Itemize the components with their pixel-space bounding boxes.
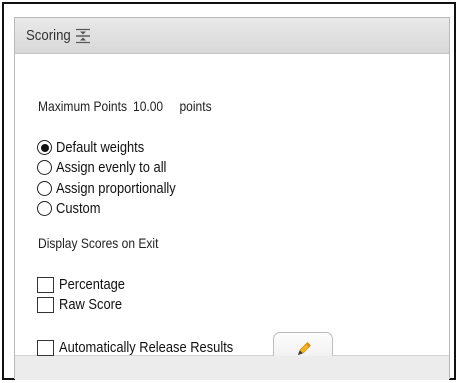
checkbox-raw-score[interactable]: Raw Score [37,295,132,314]
checkbox-label: Raw Score [59,296,123,313]
panel-header[interactable]: Scoring [15,18,449,54]
radio-assign-evenly[interactable]: Assign evenly to all [37,158,184,177]
checkbox-percentage[interactable]: Percentage [37,275,136,294]
screenshot-frame: Scoring Maximum Points 10.00 points Defa… [2,2,456,380]
radio-label: Default weights [56,139,145,156]
radio-button-selected[interactable] [37,140,52,155]
radio-button[interactable] [37,181,52,196]
maximum-points-unit: points [179,98,212,114]
checkbox[interactable] [37,276,54,293]
checkbox-label: Percentage [59,276,125,293]
radio-label: Custom [56,200,101,217]
maximum-points-label: Maximum Points [38,98,127,114]
scoring-panel: Scoring Maximum Points 10.00 points Defa… [14,17,450,380]
radio-button[interactable] [37,201,52,216]
panel-title: Scoring [26,27,71,44]
checkbox-auto-release[interactable]: Automatically Release Results [37,338,262,357]
checkbox-label: Automatically Release Results [59,339,234,356]
checkbox[interactable] [37,339,54,356]
radio-assign-proportionally[interactable]: Assign proportionally [37,179,195,198]
radio-label: Assign evenly to all [56,159,167,176]
radio-button[interactable] [37,160,52,175]
checkbox[interactable] [37,296,54,313]
panel-body: Maximum Points 10.00 points Default weight… [15,54,449,367]
panel-footer [15,356,449,380]
maximum-points-row: Maximum Points 10.00 points [38,98,240,114]
radio-default-weights[interactable]: Default weights [37,138,159,157]
display-scores-heading: Display Scores on Exit [38,235,159,251]
radio-custom[interactable]: Custom [37,199,108,218]
maximum-points-value: 10.00 [133,98,164,114]
collapse-vertical-icon[interactable] [75,28,91,44]
radio-label: Assign proportionally [56,180,176,197]
